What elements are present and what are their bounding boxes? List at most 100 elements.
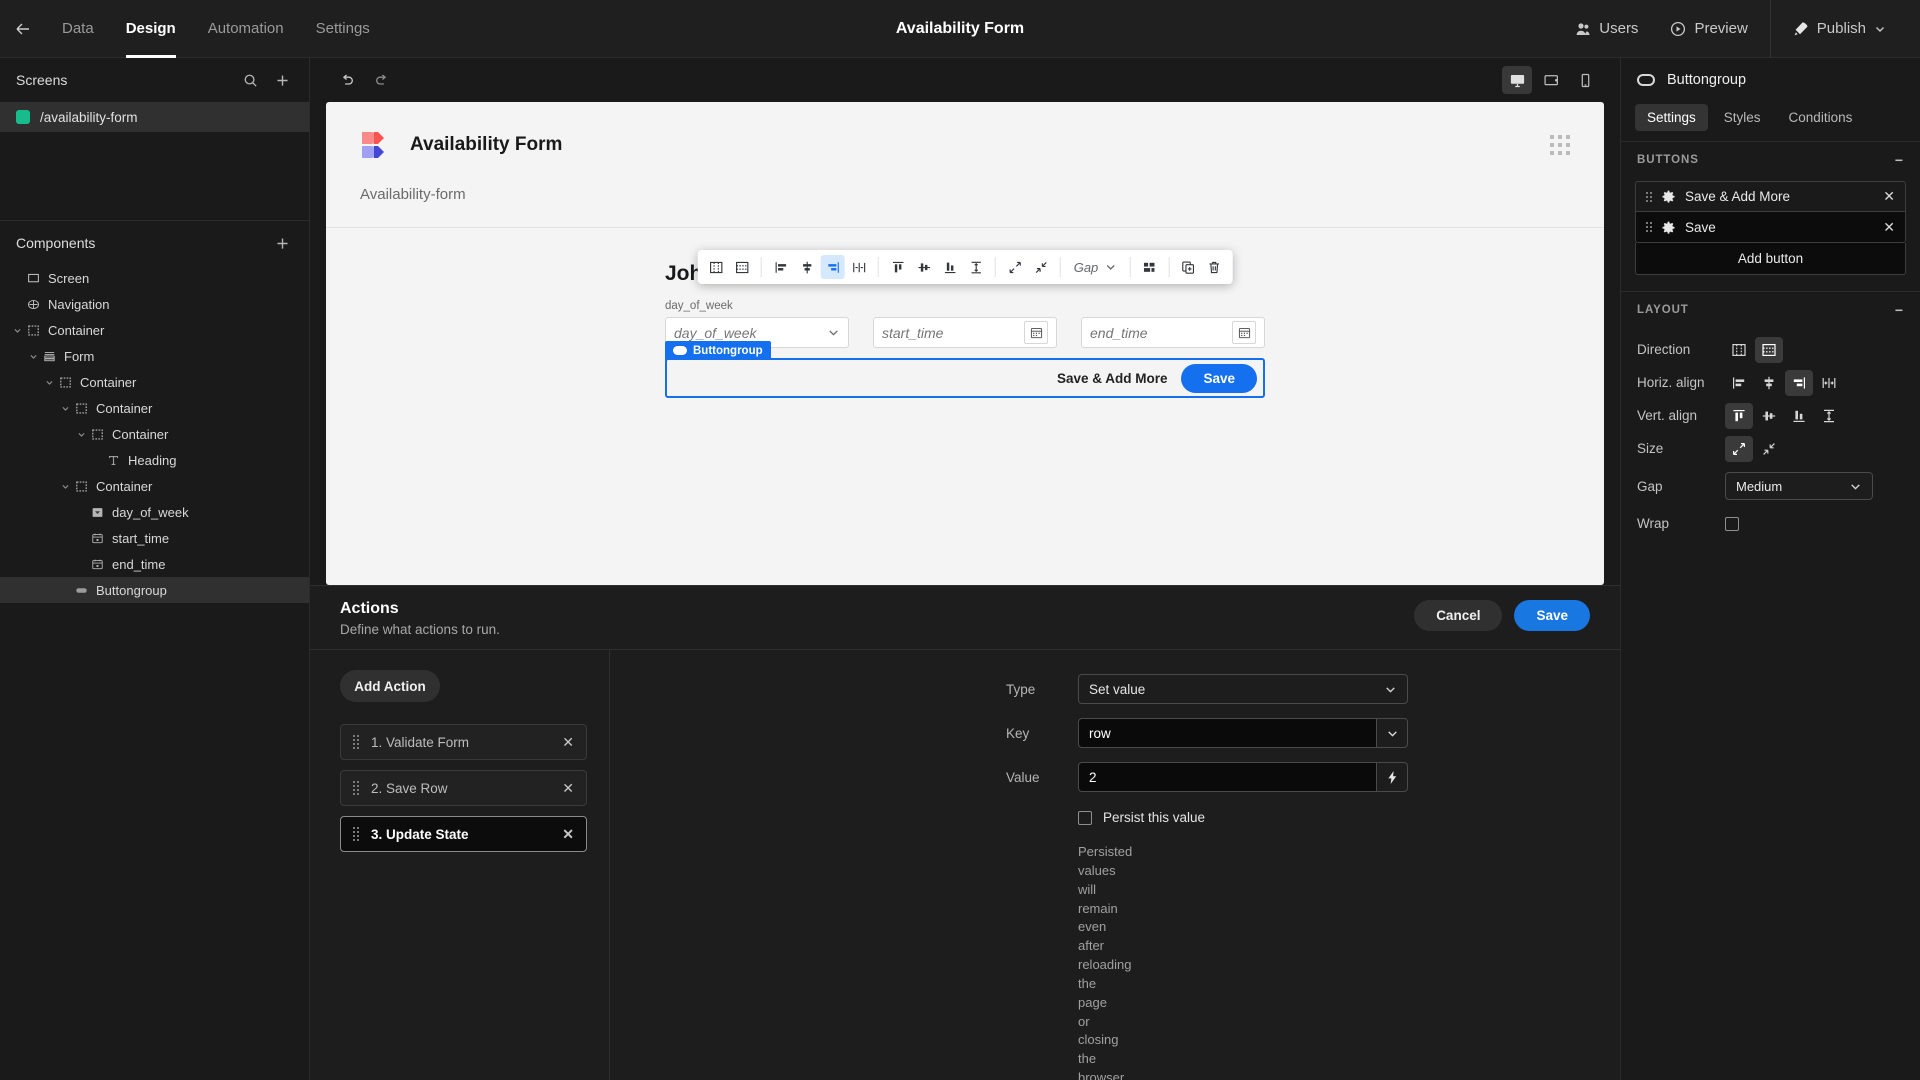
chevron-down-icon[interactable] — [26, 352, 40, 361]
remove-action-icon[interactable]: ✕ — [562, 826, 574, 843]
button-row-save[interactable]: Save ✕ — [1636, 212, 1905, 242]
start-time-input[interactable]: start_time — [873, 317, 1057, 348]
valign-top-icon[interactable] — [886, 255, 910, 279]
gear-icon[interactable] — [1662, 221, 1675, 234]
tree-item-end-time[interactable]: end_time — [0, 551, 309, 577]
layout-grid-icon[interactable] — [1137, 255, 1161, 279]
add-button-button[interactable]: Add button — [1635, 243, 1906, 275]
calendar-icon[interactable] — [1024, 321, 1048, 344]
valign-stretch-icon[interactable] — [1815, 403, 1843, 429]
tree-item-container[interactable]: Container — [0, 317, 309, 343]
size-shrink-icon[interactable] — [1725, 435, 1753, 462]
tree-item-buttongroup[interactable]: Buttongroup — [0, 577, 309, 603]
tab-automation[interactable]: Automation — [192, 0, 300, 58]
align-right-icon[interactable] — [1785, 369, 1813, 396]
align-left-icon[interactable] — [769, 255, 793, 279]
chevron-down-icon[interactable] — [42, 378, 56, 387]
tab-settings[interactable]: Settings — [300, 0, 386, 58]
delete-icon[interactable] — [1202, 255, 1226, 279]
add-component-icon[interactable] — [269, 230, 295, 256]
valign-bottom-icon[interactable] — [938, 255, 962, 279]
tree-item-start-time[interactable]: start_time — [0, 525, 309, 551]
add-action-button[interactable]: Add Action — [340, 670, 440, 702]
end-time-input[interactable]: end_time — [1081, 317, 1265, 348]
add-screen-icon[interactable] — [269, 67, 295, 93]
drag-handle-icon[interactable] — [353, 781, 359, 795]
grip-dots-icon[interactable] — [1550, 135, 1570, 155]
app-canvas[interactable]: Availability Form Availability-form John… — [326, 102, 1604, 585]
tablet-icon[interactable] — [1536, 66, 1566, 94]
action-item[interactable]: 3. Update State ✕ — [340, 816, 587, 852]
preview-button[interactable]: Preview — [1654, 0, 1763, 58]
type-select[interactable]: Set value — [1078, 674, 1408, 704]
key-input[interactable]: row — [1078, 718, 1376, 748]
key-dropdown-button[interactable] — [1376, 718, 1408, 748]
chevron-down-icon[interactable] — [58, 404, 72, 413]
screen-item-availability-form[interactable]: /availability-form — [0, 102, 309, 132]
valign-bottom-icon[interactable] — [1785, 403, 1813, 429]
minus-icon[interactable]: − — [1895, 302, 1904, 318]
close-icon[interactable]: ✕ — [1883, 219, 1895, 236]
drag-handle-icon[interactable] — [1646, 222, 1652, 232]
duplicate-icon[interactable] — [1176, 255, 1200, 279]
tree-item-container[interactable]: Container — [0, 369, 309, 395]
value-input[interactable]: 2 — [1078, 762, 1376, 792]
drag-handle-icon[interactable] — [1646, 191, 1652, 202]
tree-item-day-of-week[interactable]: day_of_week — [0, 499, 309, 525]
direction-vertical-icon[interactable] — [730, 255, 754, 279]
tab-settings[interactable]: Settings — [1635, 104, 1708, 131]
drag-handle-icon[interactable] — [353, 827, 359, 841]
tab-styles[interactable]: Styles — [1712, 104, 1773, 131]
button-row-save-add-more[interactable]: Save & Add More ✕ — [1636, 182, 1905, 212]
back-button[interactable] — [0, 0, 46, 58]
align-center-icon[interactable] — [795, 255, 819, 279]
size-grow-icon[interactable] — [1029, 255, 1053, 279]
cancel-button[interactable]: Cancel — [1414, 600, 1503, 631]
save-add-more-button[interactable]: Save & Add More — [1057, 371, 1168, 386]
tree-item-container[interactable]: Container — [0, 395, 309, 421]
size-grow-icon[interactable] — [1755, 436, 1783, 462]
tree-item-screen[interactable]: Screen — [0, 265, 309, 291]
save-actions-button[interactable]: Save — [1514, 600, 1590, 631]
direction-vertical-icon[interactable] — [1755, 336, 1783, 363]
chevron-down-icon[interactable] — [10, 326, 24, 335]
desktop-icon[interactable] — [1502, 66, 1532, 94]
binding-lightning-button[interactable] — [1376, 762, 1408, 792]
align-right-icon[interactable] — [820, 255, 845, 279]
gear-icon[interactable] — [1662, 190, 1675, 203]
gap-dropdown[interactable]: Gap — [1068, 260, 1123, 275]
chevron-down-icon[interactable] — [58, 482, 72, 491]
drag-handle-icon[interactable] — [353, 735, 359, 749]
tab-data[interactable]: Data — [46, 0, 110, 58]
valign-middle-icon[interactable] — [912, 255, 936, 279]
align-stretch-icon[interactable] — [1815, 370, 1843, 396]
tree-item-heading[interactable]: Heading — [0, 447, 309, 473]
align-stretch-icon[interactable] — [847, 255, 871, 279]
valign-middle-icon[interactable] — [1755, 403, 1783, 429]
chevron-down-icon[interactable] — [74, 430, 88, 439]
align-left-icon[interactable] — [1725, 370, 1753, 396]
publish-button[interactable]: Publish — [1777, 0, 1902, 58]
undo-icon[interactable] — [334, 67, 360, 93]
search-icon[interactable] — [237, 67, 263, 93]
tab-conditions[interactable]: Conditions — [1777, 104, 1865, 131]
remove-action-icon[interactable]: ✕ — [562, 780, 574, 797]
buttongroup-selection[interactable]: Buttongroup Save & Add More Save — [665, 341, 1265, 398]
gap-select[interactable]: Medium — [1725, 472, 1873, 500]
wrap-checkbox[interactable] — [1725, 516, 1739, 531]
tree-item-container[interactable]: Container — [0, 473, 309, 499]
valign-stretch-icon[interactable] — [964, 255, 988, 279]
persist-checkbox[interactable] — [1078, 810, 1092, 825]
direction-horizontal-icon[interactable] — [704, 255, 728, 279]
mobile-icon[interactable] — [1570, 66, 1600, 94]
remove-action-icon[interactable]: ✕ — [562, 734, 574, 751]
save-button[interactable]: Save — [1181, 363, 1257, 393]
tree-item-navigation[interactable]: Navigation — [0, 291, 309, 317]
tree-item-container[interactable]: Container — [0, 421, 309, 447]
close-icon[interactable]: ✕ — [1883, 188, 1895, 205]
align-center-icon[interactable] — [1755, 370, 1783, 396]
valign-top-icon[interactable] — [1725, 402, 1753, 429]
size-shrink-icon[interactable] — [1003, 255, 1027, 279]
direction-horizontal-icon[interactable] — [1725, 337, 1753, 363]
minus-icon[interactable]: − — [1895, 152, 1904, 168]
